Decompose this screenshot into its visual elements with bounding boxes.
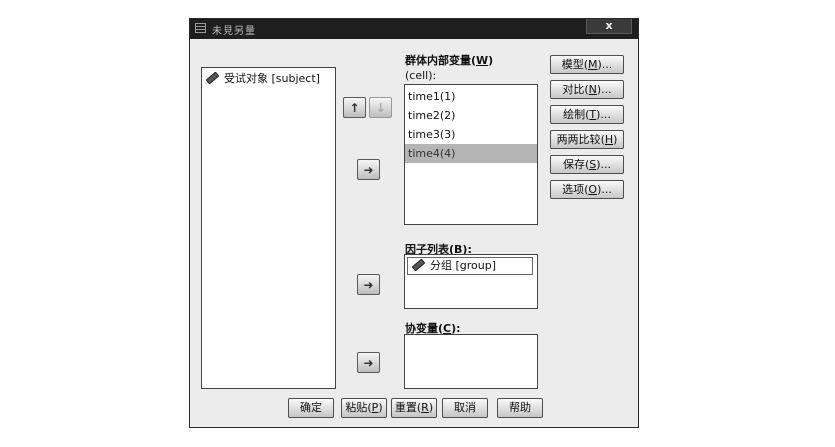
within-subjects-sublabel: (cell): <box>405 69 437 82</box>
list-item[interactable]: time1(1) <box>405 87 537 106</box>
arrow-right-icon: ➜ <box>363 355 374 370</box>
repeated-measures-dialog: 未見另量 x 受试对象 [subject] ↑ ↓ ➜ ➜ ➜ 群体内部变量(W… <box>189 18 639 428</box>
within-subjects-list[interactable]: time1(1) time2(2) time3(3) time4(4) <box>404 84 538 225</box>
arrow-right-icon: ➜ <box>363 162 374 177</box>
move-up-button[interactable]: ↑ <box>343 97 366 118</box>
list-item[interactable]: time4(4) <box>405 144 537 163</box>
save-button[interactable]: 保存(S)... <box>550 155 624 174</box>
contrasts-button[interactable]: 对比(N)... <box>550 80 624 99</box>
source-variable-list[interactable]: 受试对象 [subject] <box>201 67 336 389</box>
list-item[interactable]: time2(2) <box>405 106 537 125</box>
window-title: 未見另量 <box>212 26 256 37</box>
options-button[interactable]: 选项(O)... <box>550 180 624 199</box>
reset-button[interactable]: 重置(R) <box>391 398 437 418</box>
arrow-right-icon: ➜ <box>363 277 374 292</box>
paste-button[interactable]: 粘贴(P) <box>341 398 387 418</box>
list-item[interactable]: 分组 [group] <box>407 257 533 275</box>
list-item[interactable]: 受试对象 [subject] <box>202 71 335 87</box>
cancel-button[interactable]: 取消 <box>442 398 488 418</box>
ruler-icon <box>205 71 220 85</box>
covariates-list[interactable] <box>404 334 538 389</box>
title-bar[interactable]: 未見另量 x <box>190 19 638 39</box>
move-to-covariates-button[interactable]: ➜ <box>357 352 380 373</box>
close-button[interactable]: x <box>586 19 632 34</box>
ruler-icon <box>411 258 426 272</box>
ok-button[interactable]: 确定 <box>288 398 334 418</box>
move-down-button[interactable]: ↓ <box>369 97 392 118</box>
help-button[interactable]: 帮助 <box>497 398 543 418</box>
within-subjects-label: 群体内部变量(W) <box>405 54 494 67</box>
post-hoc-button[interactable]: 两两比较(H) <box>550 130 624 149</box>
list-item[interactable]: time3(3) <box>405 125 537 144</box>
model-button[interactable]: 模型(M)... <box>550 55 624 74</box>
move-to-factor-list-button[interactable]: ➜ <box>357 274 380 295</box>
window-icon <box>195 23 206 33</box>
factor-list[interactable]: 分组 [group] <box>404 254 538 309</box>
move-to-within-subjects-button[interactable]: ➜ <box>357 159 380 180</box>
plots-button[interactable]: 绘制(T)... <box>550 105 624 124</box>
